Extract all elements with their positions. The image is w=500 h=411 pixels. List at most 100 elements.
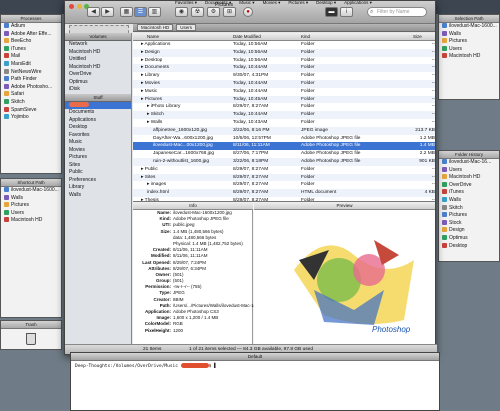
selection-item[interactable]: Walls <box>439 30 499 39</box>
minimize-button[interactable] <box>76 4 82 9</box>
sidebar-item-volume[interactable]: Untitled <box>65 56 131 64</box>
history-item[interactable]: OverDrive <box>439 181 499 190</box>
process-item[interactable]: Mail <box>1 53 61 61</box>
history-item[interactable]: Desktop <box>439 242 499 251</box>
process-item[interactable]: Yojimbo <box>1 114 61 122</box>
table-row[interactable]: ilovedust-Mac...00x1200.jpg 8/11/06, 11:1… <box>133 142 435 151</box>
sidebar-item-volume[interactable]: iDisk <box>65 86 131 94</box>
sidebar-item-stuff[interactable]: Sites <box>65 162 131 170</box>
favorite-movies[interactable]: Movies ▾ <box>263 0 281 5</box>
table-row[interactable]: ▸ Walls Today, 10:43AM Folder -- <box>133 119 435 127</box>
sidebar-item-stuff[interactable]: Documents <box>65 109 131 117</box>
col-name[interactable]: Name <box>147 33 159 41</box>
table-row[interactable]: ▸ Pictures Today, 10:45AM Folder -- <box>133 95 435 104</box>
history-item[interactable]: iTunes <box>439 189 499 197</box>
forward-button[interactable]: ▶ <box>101 7 114 17</box>
table-row[interactable]: ▸ Documents Today, 10:44AM Folder -- <box>133 64 435 73</box>
path-item[interactable]: Walls <box>1 194 61 203</box>
search-input[interactable]: ⌕ Filter by Name <box>367 7 427 17</box>
sidebar-item-stuff[interactable]: Preferences <box>65 177 131 185</box>
sidebar-item-stuff[interactable]: Favorites <box>65 132 131 140</box>
favorite-desktop[interactable]: Desktop ▾ <box>316 0 336 5</box>
col-date[interactable]: Date Modified <box>233 33 261 41</box>
sidebar-item-volume[interactable]: Macintosh HD <box>65 64 131 72</box>
history-item[interactable]: Stock <box>439 219 499 228</box>
history-item[interactable]: Pictures <box>439 212 499 220</box>
path-item[interactable]: ilovedust-Mac-1600... <box>1 187 61 195</box>
table-row[interactable]: ▸ Sites 8/29/07, 8:27AM Folder -- <box>133 173 435 182</box>
sidebar-item-stuff[interactable]: Movies <box>65 147 131 155</box>
col-kind[interactable]: Kind <box>301 33 310 41</box>
table-row[interactable]: index.html 8/29/07, 8:27AM HTML document 4 … <box>133 189 435 197</box>
history-item[interactable]: Skitch <box>439 204 499 213</box>
process-item[interactable]: SpamSieve <box>1 106 61 115</box>
favorite-favorites[interactable]: Favorites ▾ <box>175 0 197 5</box>
trash-icon[interactable] <box>26 333 36 345</box>
table-row[interactable]: ▸ Design Today, 10:56AM Folder -- <box>133 48 435 57</box>
table-row[interactable]: ▸ Public 8/29/07, 8:27AM Folder -- <box>133 166 435 174</box>
favorite-music[interactable]: Music ▾ <box>239 0 254 5</box>
sidebar-item-volume[interactable]: Optimus <box>65 79 131 87</box>
breadcrumb-item[interactable]: Macintosh HD <box>137 24 174 31</box>
path-item[interactable]: Users <box>1 209 61 218</box>
column-view-button[interactable]: ▥ <box>148 7 161 17</box>
stop-icon[interactable]: ● <box>243 7 253 17</box>
selection-item[interactable]: ilovedust-Mac-1600... <box>439 23 499 31</box>
terminal-icon[interactable]: ▬ <box>325 7 338 17</box>
sidebar-item-stuff[interactable]: Desktop <box>65 124 131 132</box>
sidebar-item-stuff[interactable]: Music <box>65 139 131 147</box>
icon-view-button[interactable]: ▦ <box>120 7 133 17</box>
favorite-applications[interactable]: Applications ▾ <box>344 0 372 5</box>
process-item[interactable]: iTunes <box>1 45 61 54</box>
info-icon[interactable]: i <box>340 7 353 17</box>
selection-item[interactable]: Macintosh HD <box>439 53 499 61</box>
sidebar-item-volume[interactable]: Macintosh HD <box>65 49 131 57</box>
selection-item[interactable]: Users <box>439 45 499 54</box>
sidebar-item-stuff[interactable]: Library <box>65 184 131 192</box>
sidebar-item-volume[interactable]: Network <box>65 41 131 49</box>
selection-item[interactable]: Pictures <box>439 38 499 46</box>
terminal-prompt[interactable]: Deep-Thoughts:/Volumes/OverDrive/Music $… <box>71 361 439 371</box>
list-view-button[interactable]: ☰ <box>134 7 147 17</box>
close-button[interactable] <box>69 4 74 9</box>
sidebar-item-stuff[interactable]: Applications <box>65 117 131 125</box>
history-item[interactable]: ilovedust-Mac-16... <box>439 159 499 167</box>
history-item[interactable]: Users <box>439 166 499 175</box>
table-row[interactable]: ▸ Applications Today, 10:56AM Folder -- <box>133 41 435 49</box>
table-row[interactable]: ▸ Movies Today, 10:44AM Folder -- <box>133 79 435 88</box>
history-item[interactable]: Macintosh HD <box>439 174 499 182</box>
table-row[interactable]: ▸ Desktop Today, 10:56AM Folder -- <box>133 57 435 65</box>
path-item[interactable]: Pictures <box>1 202 61 210</box>
sidebar-item-volume[interactable]: OverDrive <box>65 71 131 79</box>
sidebar-item-stuff[interactable]: Public <box>65 169 131 177</box>
action-gear-icon[interactable]: ⚙ <box>207 7 220 17</box>
process-item[interactable]: NetNewsWire <box>1 68 61 77</box>
col-size[interactable]: Size <box>413 33 422 41</box>
path-item[interactable]: Macintosh HD <box>1 217 61 225</box>
trash-panel[interactable]: Trash <box>0 320 62 350</box>
process-item[interactable]: Path Finder <box>1 76 61 84</box>
process-item[interactable]: Adobe Photosho... <box>1 83 61 92</box>
process-item[interactable]: Skitch <box>1 98 61 107</box>
process-item[interactable]: BeeEcho <box>1 38 61 46</box>
breadcrumb-item[interactable]: Users <box>176 24 197 31</box>
sidebar-item-user[interactable] <box>65 101 131 109</box>
table-row[interactable]: ruin-2-withoutlist_1600.jpg 3/22/06, 8:18… <box>133 157 435 166</box>
table-row[interactable]: ▸ Music Today, 10:44AM Folder -- <box>133 88 435 96</box>
process-item[interactable]: MarsEdit <box>1 60 61 69</box>
table-row[interactable]: affpinetree_1600x120.jpg 3/22/06, 8:16 PM… <box>133 126 435 135</box>
table-row[interactable]: ▸ images 8/29/07, 8:27AM Folder -- <box>133 181 435 189</box>
table-row[interactable]: ▸ Library 9/30/07, 4:31PM Folder -- <box>133 72 435 80</box>
grid-icon[interactable]: ⊞ <box>223 7 236 17</box>
process-item[interactable]: Adobe After Effe... <box>1 30 61 39</box>
process-item[interactable]: Adium <box>1 23 61 31</box>
history-item[interactable]: Design <box>439 227 499 235</box>
favorite-documents[interactable]: Documents ▾ <box>205 0 231 5</box>
eye-icon[interactable]: ◉ <box>175 7 188 17</box>
history-item[interactable]: Optimus <box>439 234 499 243</box>
table-row[interactable]: ▸ Skitch Today, 10:44AM Folder -- <box>133 111 435 119</box>
sidebar-item-stuff[interactable]: Walls <box>65 192 131 200</box>
back-button[interactable]: ◀ <box>87 7 100 17</box>
table-row[interactable]: ▸ iPhoto Library 8/29/07, 8:27AM Folder -- <box>133 103 435 111</box>
process-item[interactable]: Safari <box>1 91 61 99</box>
